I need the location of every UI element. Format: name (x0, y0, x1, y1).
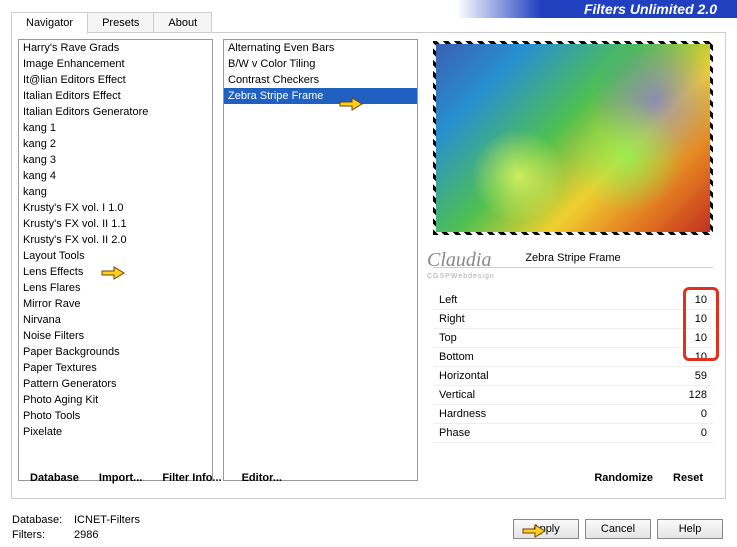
help-button[interactable]: Help (657, 519, 723, 539)
filters-value: 2986 (74, 528, 98, 543)
watermark-subtext: CGSPWebdesign (427, 273, 495, 280)
param-row[interactable]: Hardness 0 (433, 405, 713, 424)
param-value: 128 (689, 389, 707, 401)
param-value: 59 (695, 370, 707, 382)
category-item[interactable]: Italian Editors Generatore (19, 104, 212, 120)
param-row[interactable]: Top 10 (433, 329, 713, 348)
tab-navigator[interactable]: Navigator (11, 12, 88, 34)
category-item[interactable]: Krusty's FX vol. I 1.0 (19, 200, 212, 216)
status-footer: Database:ICNET-Filters Filters:2986 (12, 513, 140, 543)
tab-about[interactable]: About (153, 12, 212, 34)
category-item[interactable]: kang 3 (19, 152, 212, 168)
category-item[interactable]: kang (19, 184, 212, 200)
category-item[interactable]: Image Enhancement (19, 56, 212, 72)
watermark-text: Claudia (427, 249, 491, 272)
tab-content: Harry's Rave GradsImage EnhancementIt@li… (11, 32, 726, 499)
param-row[interactable]: Right 10 (433, 310, 713, 329)
param-name: Vertical (439, 389, 475, 401)
param-row[interactable]: Vertical 128 (433, 386, 713, 405)
param-name: Left (439, 294, 457, 306)
param-row[interactable]: Phase 0 (433, 424, 713, 443)
category-item[interactable]: Noise Filters (19, 328, 212, 344)
app-title-bar: Filters Unlimited 2.0 (457, 0, 737, 18)
randomize-button[interactable]: Randomize (586, 468, 661, 488)
filter-item[interactable]: B/W v Color Tiling (224, 56, 417, 72)
filter-list[interactable]: Alternating Even BarsB/W v Color TilingC… (223, 39, 418, 481)
category-item[interactable]: Harry's Rave Grads (19, 40, 212, 56)
category-list[interactable]: Harry's Rave GradsImage EnhancementIt@li… (18, 39, 213, 481)
param-value: 10 (695, 351, 707, 363)
parameter-list: Left 10 Right 10 Top 10 Bottom 10 Horizontal 59 Ve… (433, 291, 713, 443)
param-row[interactable]: Bottom 10 (433, 348, 713, 367)
param-name: Bottom (439, 351, 474, 363)
category-item[interactable]: Photo Tools (19, 408, 212, 424)
editor-button[interactable]: Editor... (234, 468, 290, 488)
tab-presets[interactable]: Presets (87, 12, 154, 34)
tabs: Navigator Presets About (11, 12, 211, 34)
cancel-button[interactable]: Cancel (585, 519, 651, 539)
category-item[interactable]: kang 1 (19, 120, 212, 136)
category-item[interactable]: Lens Flares (19, 280, 212, 296)
category-item[interactable]: Photo Aging Kit (19, 392, 212, 408)
param-name: Right (439, 313, 465, 325)
category-item[interactable]: Mirror Rave (19, 296, 212, 312)
param-name: Phase (439, 427, 470, 439)
category-item[interactable]: Italian Editors Effect (19, 88, 212, 104)
param-name: Top (439, 332, 457, 344)
category-item[interactable]: Lens Effects (19, 264, 212, 280)
db-value: ICNET-Filters (74, 513, 140, 528)
filter-preview (433, 41, 713, 235)
param-value: 0 (701, 408, 707, 420)
category-item[interactable]: Krusty's FX vol. II 1.1 (19, 216, 212, 232)
param-value: 10 (695, 332, 707, 344)
category-item[interactable]: Pixelate (19, 424, 212, 440)
category-item[interactable]: Paper Textures (19, 360, 212, 376)
database-button[interactable]: Database (22, 468, 87, 488)
category-item[interactable]: Layout Tools (19, 248, 212, 264)
filters-label: Filters: (12, 528, 74, 543)
param-name: Hardness (439, 408, 486, 420)
category-item[interactable]: Paper Backgrounds (19, 344, 212, 360)
reset-button[interactable]: Reset (665, 468, 711, 488)
panel-footer: Database Import... Filter Info... Editor… (12, 464, 725, 492)
filter-item[interactable]: Contrast Checkers (224, 72, 417, 88)
import-button[interactable]: Import... (91, 468, 150, 488)
category-item[interactable]: It@lian Editors Effect (19, 72, 212, 88)
category-item[interactable]: kang 2 (19, 136, 212, 152)
filter-item[interactable]: Zebra Stripe Frame (224, 88, 417, 104)
category-item[interactable]: kang 4 (19, 168, 212, 184)
param-value: 10 (695, 294, 707, 306)
db-label: Database: (12, 513, 74, 528)
apply-button[interactable]: Apply (513, 519, 579, 539)
param-row[interactable]: Horizontal 59 (433, 367, 713, 386)
filter-info-button[interactable]: Filter Info... (154, 468, 229, 488)
param-value: 10 (695, 313, 707, 325)
filter-item[interactable]: Alternating Even Bars (224, 40, 417, 56)
param-name: Horizontal (439, 370, 489, 382)
param-value: 0 (701, 427, 707, 439)
category-item[interactable]: Pattern Generators (19, 376, 212, 392)
action-buttons: Apply Cancel Help (513, 519, 723, 539)
category-item[interactable]: Krusty's FX vol. II 2.0 (19, 232, 212, 248)
category-item[interactable]: Nirvana (19, 312, 212, 328)
param-row[interactable]: Left 10 (433, 291, 713, 310)
